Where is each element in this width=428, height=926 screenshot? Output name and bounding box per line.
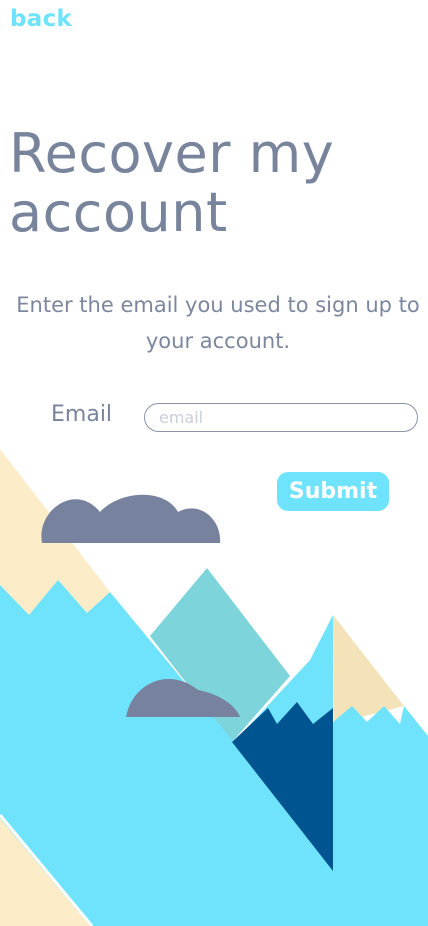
email-input[interactable] (144, 403, 418, 432)
right-sand-peak (333, 615, 404, 724)
submit-button[interactable]: Submit (277, 472, 389, 511)
upper-cloud (41, 494, 221, 543)
email-label: Email (51, 402, 113, 427)
instructions-text: Enter the email you used to sign up to y… (16, 293, 420, 353)
page-title: Recover my account (9, 122, 335, 244)
email-form-row: Email (0, 400, 428, 436)
back-link[interactable]: back (10, 6, 72, 32)
